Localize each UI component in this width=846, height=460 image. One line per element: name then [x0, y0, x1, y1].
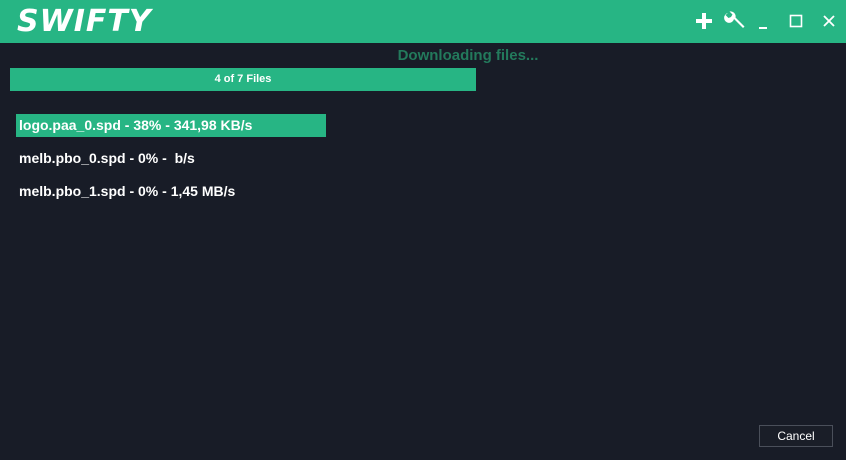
overall-progress-bar: 4 of 7 Files [10, 68, 476, 91]
app-logo: SWIFTY [17, 4, 152, 39]
minimize-icon[interactable] [751, 8, 775, 34]
close-icon[interactable] [817, 8, 841, 34]
plus-icon[interactable] [692, 8, 716, 34]
title-bar[interactable]: SWIFTY [0, 0, 846, 43]
file-item[interactable]: melb.pbo_0.spd - 0% - b/s [16, 147, 326, 170]
wrench-icon[interactable] [722, 8, 746, 34]
file-list: logo.paa_0.spd - 38% - 341,98 KB/s melb.p… [16, 114, 436, 213]
file-item[interactable]: melb.pbo_1.spd - 0% - 1,45 MB/s [16, 180, 326, 203]
progress-label: 4 of 7 Files [214, 73, 272, 85]
cancel-button[interactable]: Cancel [759, 425, 833, 447]
app-window: SWIFTY Downloading files... 4 of 7 Files… [0, 0, 846, 460]
download-status: Downloading files... [397, 47, 539, 64]
file-item[interactable]: logo.paa_0.spd - 38% - 341,98 KB/s [16, 114, 326, 137]
maximize-icon[interactable] [784, 8, 808, 34]
